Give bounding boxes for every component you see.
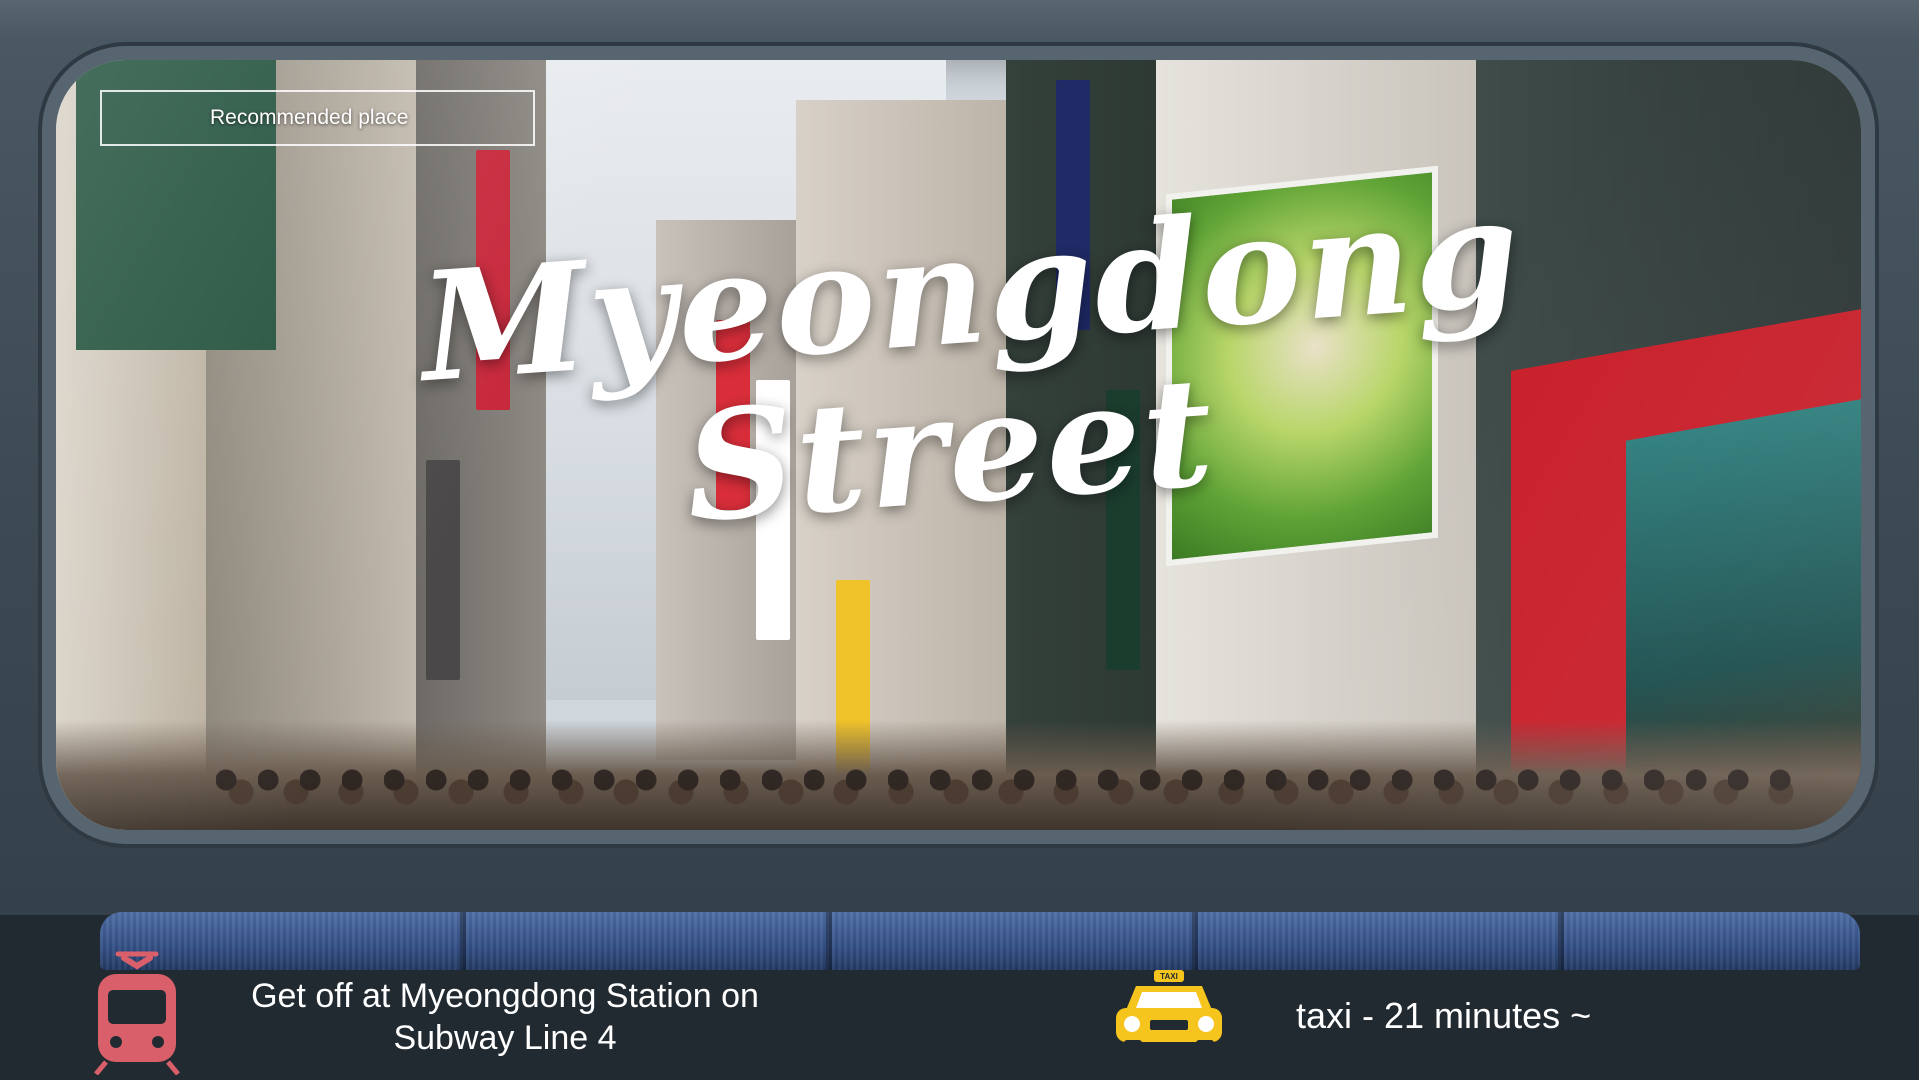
taxi-icon: TAXI: [1116, 970, 1222, 1052]
taxi-directions: taxi - 21 minutes ~: [1296, 995, 1592, 1036]
train-icon: [94, 951, 180, 1075]
seat-dividers: [100, 912, 1860, 970]
subway-directions: Get off at Myeongdong Station on Subway …: [200, 975, 810, 1059]
subway-text-line-2: Subway Line 4: [393, 1019, 617, 1057]
svg-text:TAXI: TAXI: [1160, 972, 1178, 981]
page-title: Myeongdong Street: [415, 164, 1526, 556]
subway-text-line-1: Get off at Myeongdong Station on: [251, 977, 759, 1015]
recommended-place-label: Recommended place: [100, 90, 535, 146]
